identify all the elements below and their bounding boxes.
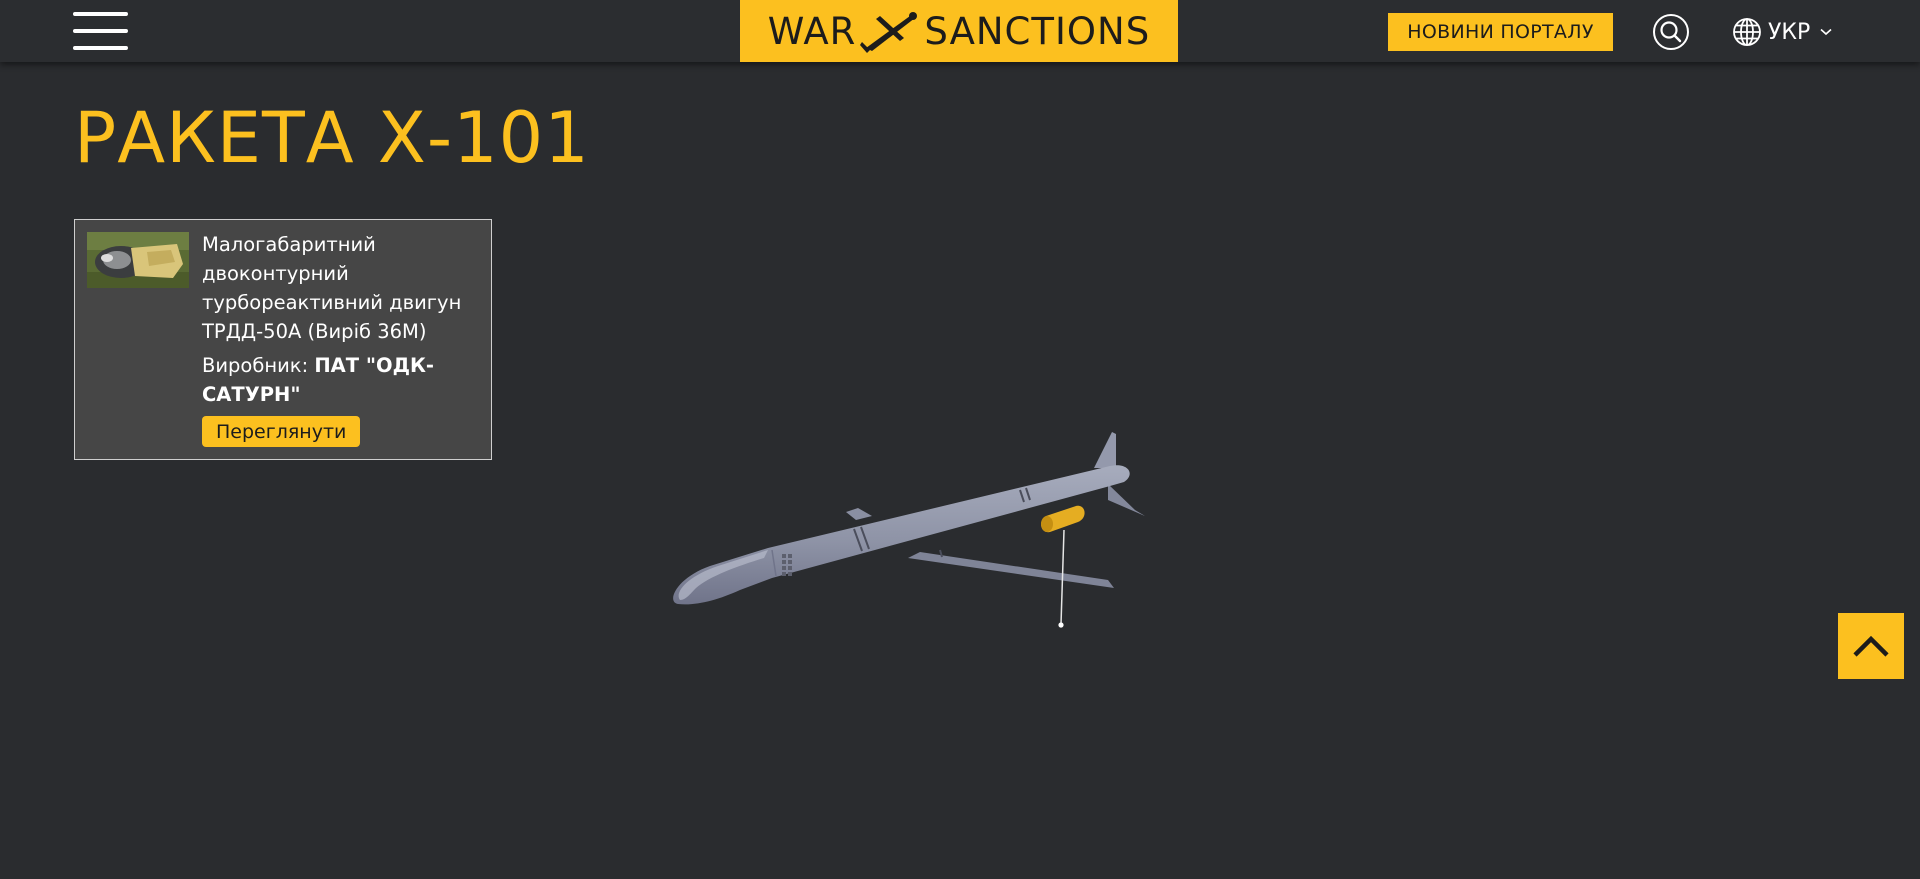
engine-thumbnail[interactable] xyxy=(87,232,189,288)
search-icon[interactable] xyxy=(1652,13,1690,51)
hamburger-menu-icon[interactable] xyxy=(73,12,128,52)
missile-upper-fin xyxy=(846,508,872,520)
language-selector[interactable]: УКР xyxy=(1732,14,1832,50)
drone-icon xyxy=(860,12,918,53)
chevron-down-icon xyxy=(1820,28,1832,36)
site-header: WAR SANCTIONS НОВИНИ ПОРТАЛУ УКР xyxy=(0,0,1920,62)
language-label: УКР xyxy=(1768,19,1811,45)
missile-tail-fin-upper xyxy=(1094,432,1116,468)
page-title: РАКЕТА Х-101 xyxy=(74,97,590,179)
component-card: Малогабаритний двоконтурний турбореактив… xyxy=(74,219,492,460)
missile-3d-model[interactable] xyxy=(640,420,1200,640)
missile-tail-fin-lower xyxy=(1108,484,1145,516)
chevron-up-icon xyxy=(1853,635,1889,657)
view-component-button[interactable]: Переглянути xyxy=(202,416,361,447)
engine-description: Малогабаритний двоконтурний турбореактив… xyxy=(202,233,462,343)
menu-line xyxy=(73,12,128,16)
scroll-to-top-button[interactable] xyxy=(1838,613,1904,679)
globe-icon xyxy=(1733,18,1761,46)
logo-word-sanctions: SANCTIONS xyxy=(924,9,1151,53)
engine-highlight-marker[interactable] xyxy=(1041,505,1085,628)
portal-news-button[interactable]: НОВИНИ ПОРТАЛУ xyxy=(1388,13,1613,51)
manufacturer-label: Виробник: xyxy=(202,354,315,377)
logo-word-war: WAR xyxy=(767,9,857,53)
menu-line xyxy=(73,46,128,50)
missile-body xyxy=(673,465,1130,605)
missile-wing xyxy=(908,552,1114,588)
menu-line xyxy=(73,29,128,33)
engine-photo xyxy=(87,232,189,288)
site-logo[interactable]: WAR SANCTIONS xyxy=(740,0,1178,62)
manufacturer-line: Виробник: ПАТ "ОДК-САТУРН" xyxy=(202,351,482,409)
